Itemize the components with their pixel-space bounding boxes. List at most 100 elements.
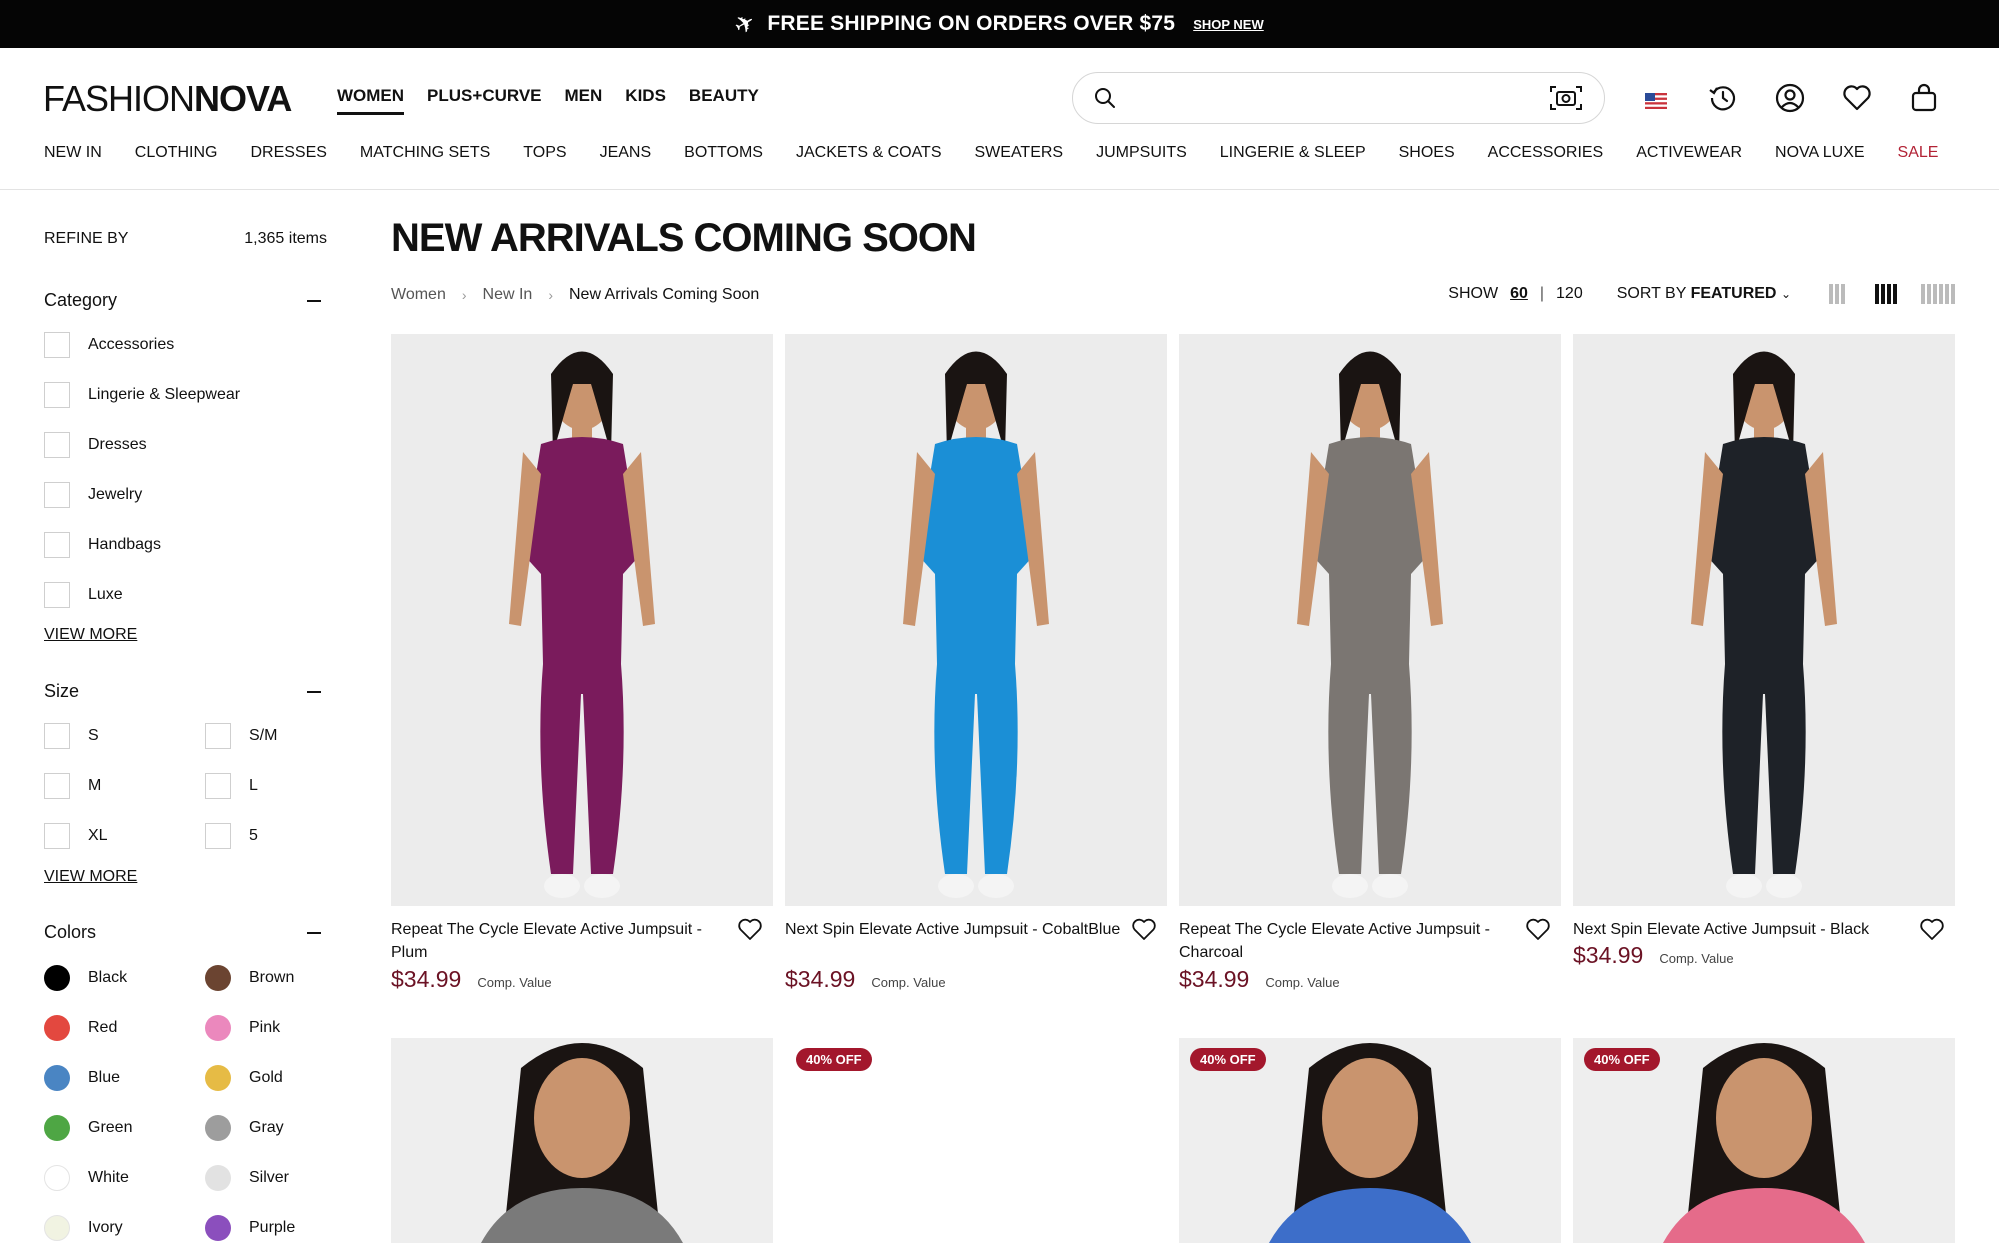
- search-icon[interactable]: [1093, 86, 1117, 110]
- wishlist-icon[interactable]: [1840, 81, 1874, 115]
- filter-color-pink[interactable]: Pink: [205, 1015, 280, 1041]
- nav-matching-sets[interactable]: MATCHING SETS: [360, 144, 490, 162]
- filter-category-lingerie[interactable]: Lingerie & Sleepwear: [44, 382, 240, 408]
- nav-sale[interactable]: SALE: [1898, 144, 1939, 162]
- checkbox[interactable]: [44, 432, 70, 458]
- color-swatch[interactable]: [44, 1065, 70, 1091]
- grid-6-column-icon[interactable]: [1921, 284, 1955, 304]
- filter-category-accessories[interactable]: Accessories: [44, 332, 174, 358]
- nav-clothing[interactable]: CLOTHING: [135, 144, 218, 162]
- filter-category-jewelry[interactable]: Jewelry: [44, 482, 142, 508]
- sort-dropdown[interactable]: SORT BY FEATURED ⌄: [1617, 285, 1791, 303]
- checkbox[interactable]: [44, 382, 70, 408]
- product-name[interactable]: Next Spin Elevate Active Jumpsuit - Blac…: [1573, 918, 1913, 941]
- product-card[interactable]: 40% OFF: [1179, 1038, 1561, 1243]
- checkbox[interactable]: [44, 482, 70, 508]
- bag-icon[interactable]: [1907, 81, 1941, 115]
- color-swatch[interactable]: [205, 1015, 231, 1041]
- checkbox[interactable]: [205, 773, 231, 799]
- nav-jackets-coats[interactable]: JACKETS & COATS: [796, 144, 942, 162]
- nav-nova-luxe[interactable]: NOVA LUXE: [1775, 144, 1865, 162]
- grid-4-column-icon[interactable]: [1875, 284, 1897, 304]
- filter-category-handbags[interactable]: Handbags: [44, 532, 161, 558]
- nav-activewear[interactable]: ACTIVEWEAR: [1636, 144, 1742, 162]
- filter-color-silver[interactable]: Silver: [205, 1165, 289, 1191]
- breadcrumb-women[interactable]: Women: [391, 286, 446, 304]
- checkbox[interactable]: [44, 532, 70, 558]
- filter-color-gray[interactable]: Gray: [205, 1115, 284, 1141]
- nav-lingerie-sleep[interactable]: LINGERIE & SLEEP: [1220, 144, 1366, 162]
- colors-facet-toggle[interactable]: Colors: [44, 922, 327, 943]
- category-view-more[interactable]: VIEW MORE: [44, 626, 137, 644]
- nav-sweaters[interactable]: SWEATERS: [975, 144, 1064, 162]
- filter-size-xl[interactable]: XL: [44, 823, 108, 849]
- filter-color-red[interactable]: Red: [44, 1015, 117, 1041]
- camera-search-icon[interactable]: [1548, 83, 1584, 113]
- us-flag-icon[interactable]: [1639, 84, 1673, 118]
- color-swatch[interactable]: [44, 965, 70, 991]
- product-image[interactable]: [1573, 334, 1955, 906]
- color-swatch[interactable]: [205, 1115, 231, 1141]
- nav-tops[interactable]: TOPS: [523, 144, 566, 162]
- search-input[interactable]: [1129, 78, 1548, 118]
- fashion-nova-logo[interactable]: FASHION NOVA: [43, 78, 292, 120]
- checkbox[interactable]: [205, 823, 231, 849]
- show-120-option[interactable]: 120: [1556, 285, 1583, 303]
- checkbox[interactable]: [44, 723, 70, 749]
- dept-kids[interactable]: KIDS: [625, 86, 666, 115]
- filter-color-white[interactable]: White: [44, 1165, 129, 1191]
- nav-dresses[interactable]: DRESSES: [250, 144, 326, 162]
- dept-plus-curve[interactable]: PLUS+CURVE: [427, 86, 541, 115]
- color-swatch[interactable]: [205, 965, 231, 991]
- nav-bottoms[interactable]: BOTTOMS: [684, 144, 763, 162]
- product-card[interactable]: Next Spin Elevate Active Jumpsuit - Coba…: [785, 334, 1167, 992]
- size-facet-toggle[interactable]: Size: [44, 681, 327, 702]
- nav-jeans[interactable]: JEANS: [600, 144, 652, 162]
- wishlist-heart-icon[interactable]: [1525, 918, 1551, 942]
- color-swatch[interactable]: [44, 1215, 70, 1241]
- product-card[interactable]: [391, 1038, 773, 1243]
- filter-color-brown[interactable]: Brown: [205, 965, 294, 991]
- wishlist-heart-icon[interactable]: [1919, 918, 1945, 942]
- checkbox[interactable]: [44, 332, 70, 358]
- shop-new-link[interactable]: SHOP NEW: [1193, 17, 1264, 32]
- filter-color-black[interactable]: Black: [44, 965, 127, 991]
- color-swatch[interactable]: [205, 1165, 231, 1191]
- checkbox[interactable]: [44, 773, 70, 799]
- color-swatch[interactable]: [44, 1115, 70, 1141]
- account-icon[interactable]: [1773, 81, 1807, 115]
- wishlist-heart-icon[interactable]: [1131, 918, 1157, 942]
- dept-beauty[interactable]: BEAUTY: [689, 86, 759, 115]
- product-card[interactable]: 40% OFF: [785, 1038, 1167, 1243]
- filter-size-s-m[interactable]: S/M: [205, 723, 277, 749]
- product-card[interactable]: Next Spin Elevate Active Jumpsuit - Blac…: [1573, 334, 1955, 968]
- filter-color-gold[interactable]: Gold: [205, 1065, 283, 1091]
- filter-category-luxe[interactable]: Luxe: [44, 582, 123, 608]
- product-name[interactable]: Next Spin Elevate Active Jumpsuit - Coba…: [785, 918, 1125, 941]
- product-card[interactable]: 40% OFF: [1573, 1038, 1955, 1243]
- dept-men[interactable]: MEN: [565, 86, 603, 115]
- product-name[interactable]: Repeat The Cycle Elevate Active Jumpsuit…: [391, 918, 731, 964]
- checkbox[interactable]: [44, 823, 70, 849]
- color-swatch[interactable]: [44, 1165, 70, 1191]
- checkbox[interactable]: [44, 582, 70, 608]
- nav-new-in[interactable]: NEW IN: [44, 144, 102, 162]
- product-image[interactable]: [1179, 334, 1561, 906]
- color-swatch[interactable]: [205, 1065, 231, 1091]
- filter-color-blue[interactable]: Blue: [44, 1065, 120, 1091]
- wishlist-heart-icon[interactable]: [737, 918, 763, 942]
- nav-jumpsuits[interactable]: JUMPSUITS: [1096, 144, 1187, 162]
- color-swatch[interactable]: [205, 1215, 231, 1241]
- filter-size-5[interactable]: 5: [205, 823, 258, 849]
- product-image[interactable]: [391, 334, 773, 906]
- product-image[interactable]: [785, 334, 1167, 906]
- dept-women[interactable]: WOMEN: [337, 86, 405, 115]
- product-card[interactable]: Repeat The Cycle Elevate Active Jumpsuit…: [391, 334, 773, 992]
- checkbox[interactable]: [205, 723, 231, 749]
- product-name[interactable]: Repeat The Cycle Elevate Active Jumpsuit…: [1179, 918, 1519, 964]
- filter-color-ivory[interactable]: Ivory: [44, 1215, 123, 1241]
- color-swatch[interactable]: [44, 1015, 70, 1041]
- filter-color-purple[interactable]: Purple: [205, 1215, 295, 1241]
- show-60-option[interactable]: 60: [1510, 285, 1528, 303]
- filter-size-m[interactable]: M: [44, 773, 101, 799]
